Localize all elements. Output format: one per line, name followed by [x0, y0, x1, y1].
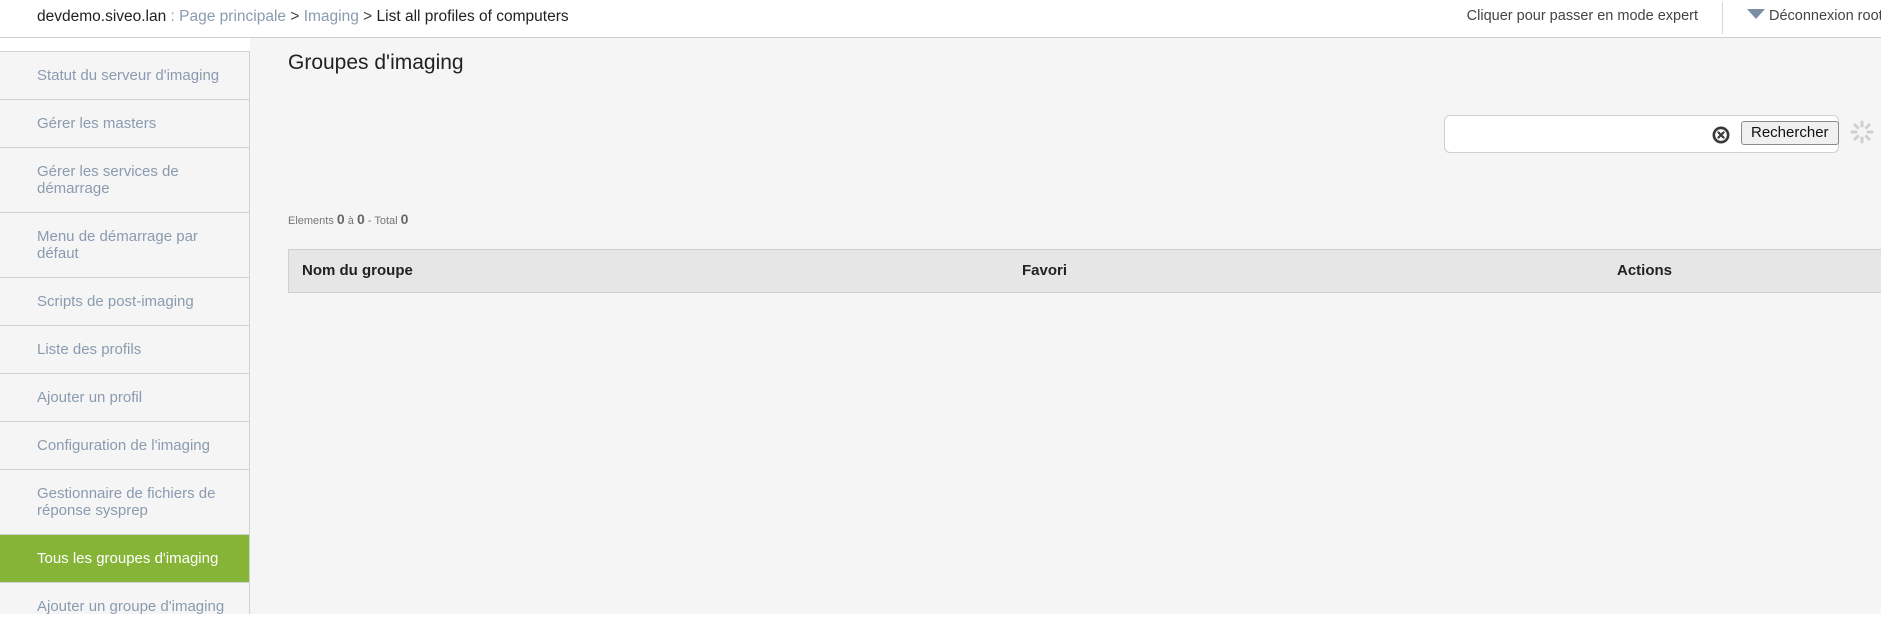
column-header-group-name[interactable]: Nom du groupe: [302, 262, 413, 279]
sidebar-item-label: Liste des profils: [37, 341, 142, 358]
table-header: Nom du groupe Favori Actions: [288, 249, 1881, 293]
sidebar-item-post-imaging-scripts[interactable]: Scripts de post-imaging: [0, 278, 249, 326]
sidebar-item-imaging-configuration[interactable]: Configuration de l'imaging: [0, 422, 249, 470]
sidebar-item-manage-masters[interactable]: Gérer les masters: [0, 100, 249, 148]
sidebar-nav: Statut du serveur d'imaging Gérer les ma…: [0, 51, 250, 631]
sidebar-item-profile-list[interactable]: Liste des profils: [0, 326, 249, 374]
sidebar-item-add-profile[interactable]: Ajouter un profil: [0, 374, 249, 422]
spinner-gear-icon: [1850, 120, 1874, 144]
main-content: Groupes d'imaging Rechercher Elements 0 …: [250, 38, 1881, 614]
logout-link[interactable]: Déconnexion root: [1747, 8, 1881, 24]
counter-to-label: à: [347, 215, 354, 227]
page-title: Groupes d'imaging: [288, 51, 464, 74]
counter-total-label: - Total: [367, 215, 398, 227]
sidebar-item-label: Statut du serveur d'imaging: [37, 67, 220, 84]
sidebar-item-sysprep-manager[interactable]: Gestionnaire de fichiers de réponse sysp…: [0, 470, 249, 535]
breadcrumb-separator: >: [286, 8, 304, 25]
counter-to: 0: [356, 211, 365, 227]
sidebar-item-label: Menu de démarrage par défaut: [37, 228, 198, 262]
host-separator: :: [166, 8, 180, 25]
search-button[interactable]: Rechercher: [1741, 121, 1839, 145]
header-divider: [1722, 2, 1723, 34]
pagination-counter: Elements 0 à 0 - Total 0: [288, 211, 408, 227]
sidebar-item-label: Scripts de post-imaging: [37, 293, 194, 310]
sidebar-item-label: Gérer les masters: [37, 115, 157, 132]
logout-label: Déconnexion root: [1769, 8, 1881, 24]
sidebar-item-label: Ajouter un groupe d'imaging: [37, 598, 225, 615]
page-footer-strip: [0, 614, 1881, 633]
counter-total: 0: [400, 211, 409, 227]
breadcrumb-home-link[interactable]: Page principale: [179, 8, 286, 25]
search-input[interactable]: [1451, 122, 1710, 148]
sidebar-item-label: Configuration de l'imaging: [37, 437, 210, 454]
sidebar-item-label: Gestionnaire de fichiers de réponse sysp…: [37, 485, 216, 519]
triangle-down-icon: [1747, 9, 1765, 19]
sidebar-item-label: Ajouter un profil: [37, 389, 143, 406]
breadcrumb-current: List all profiles of computers: [376, 8, 569, 25]
breadcrumb: devdemo.siveo.lan : Page principale > Im…: [37, 8, 569, 26]
expert-mode-link[interactable]: Cliquer pour passer en mode expert: [1467, 8, 1698, 24]
counter-from: 0: [336, 211, 345, 227]
column-header-actions: Actions: [1617, 262, 1673, 279]
sidebar-item-imaging-server-status[interactable]: Statut du serveur d'imaging: [0, 52, 249, 100]
breadcrumb-imaging-link[interactable]: Imaging: [304, 8, 359, 25]
sidebar-item-boot-services[interactable]: Gérer les services de démarrage: [0, 148, 249, 213]
sidebar-item-default-boot-menu[interactable]: Menu de démarrage par défaut: [0, 213, 249, 278]
breadcrumb-separator: >: [358, 8, 377, 25]
sidebar-item-label: Gérer les services de démarrage: [37, 163, 179, 197]
counter-elements-label: Elements: [288, 215, 334, 227]
host-name: devdemo.siveo.lan: [37, 8, 167, 25]
sidebar-item-all-imaging-groups[interactable]: Tous les groupes d'imaging: [0, 535, 249, 583]
sidebar-item-label: Tous les groupes d'imaging: [37, 550, 219, 567]
clear-search-icon[interactable]: [1712, 126, 1730, 144]
top-bar: devdemo.siveo.lan : Page principale > Im…: [0, 0, 1881, 38]
column-header-favorite[interactable]: Favori: [1022, 262, 1067, 279]
